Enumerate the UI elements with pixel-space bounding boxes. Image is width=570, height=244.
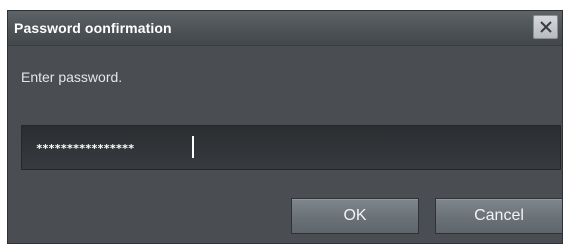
text-caret [192, 136, 194, 158]
prompt-label: Enter password. [21, 69, 123, 85]
password-value: **************** [36, 142, 134, 155]
dialog-titlebar[interactable]: Password oonfirmation [8, 11, 562, 46]
password-input[interactable]: **************** [21, 125, 561, 170]
close-icon [539, 21, 552, 33]
ok-button[interactable]: OK [291, 198, 419, 234]
cancel-button[interactable]: Cancel [435, 198, 563, 234]
password-confirmation-dialog: Password oonfirmation Enter password. **… [7, 10, 563, 244]
close-button[interactable] [533, 15, 558, 39]
dialog-title: Password oonfirmation [14, 20, 172, 36]
